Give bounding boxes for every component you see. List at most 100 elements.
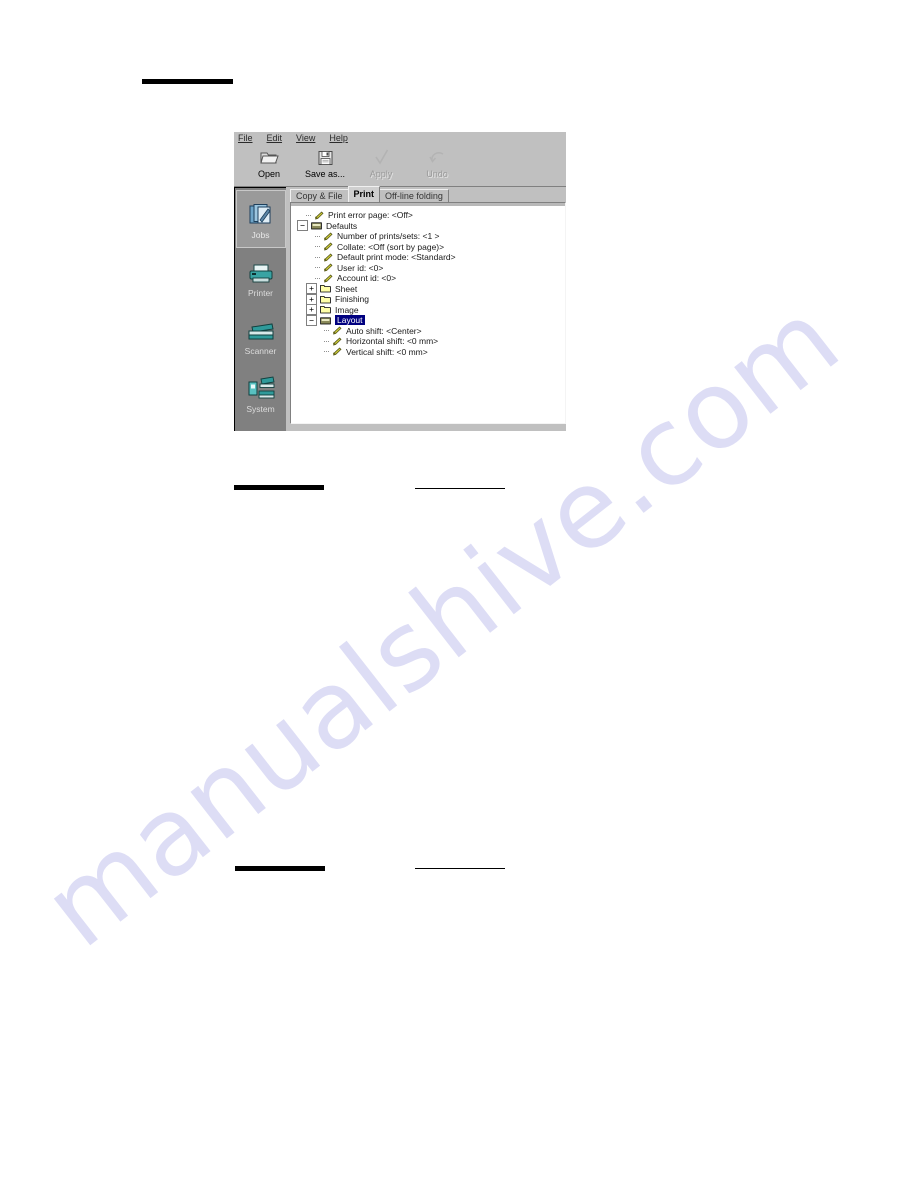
apply-button[interactable]: Apply <box>354 146 408 179</box>
open-button-label: Open <box>257 169 281 179</box>
redaction-rule-middle <box>415 488 505 490</box>
tree-item-label: Image <box>335 304 359 315</box>
closed-folder-icon <box>319 305 332 315</box>
property-key-icon <box>321 273 334 283</box>
tree-item-label: Finishing <box>335 294 370 305</box>
tree-rows: Print error page: <Off> − Defaults Number o… <box>297 210 565 357</box>
tree-item[interactable]: Number of prints/sets: <1 > <box>297 231 565 242</box>
tab-print[interactable]: Print <box>347 186 381 202</box>
expand-icon[interactable]: + <box>306 293 317 305</box>
sidebar-item-system-label: System <box>246 404 275 414</box>
save-as-button[interactable]: Save as... <box>298 146 352 179</box>
tree-item-label: Print error page: <Off> <box>328 210 413 221</box>
sidebar-item-printer[interactable]: Printer <box>236 248 286 306</box>
tab-copy-and-file[interactable]: Copy & File <box>290 189 349 203</box>
sidebar-item-scanner-label: Scanner <box>244 346 277 356</box>
tree-item[interactable]: − Layout <box>297 314 565 326</box>
menu-item-file[interactable]: File <box>238 134 253 143</box>
tree-item[interactable]: Collate: <Off (sort by page)> <box>297 242 565 253</box>
settings-tree[interactable]: Print error page: <Off> − Defaults Number o… <box>290 202 566 424</box>
property-key-icon <box>330 326 343 336</box>
property-key-icon <box>321 252 334 262</box>
open-folder-icon <box>319 315 332 325</box>
undo-button[interactable]: Undo <box>410 146 464 179</box>
tree-connector <box>315 256 320 258</box>
tree-item-label: Number of prints/sets: <1 > <box>337 231 440 242</box>
tree-item-label: Collate: <Off (sort by page)> <box>337 241 445 252</box>
closed-folder-icon <box>319 284 332 294</box>
tab-offline-folding[interactable]: Off-line folding <box>379 189 449 203</box>
tree-item[interactable]: + Image <box>297 304 565 316</box>
menu-item-help[interactable]: Help <box>329 134 348 143</box>
tree-connector <box>315 235 320 237</box>
sidebar-item-jobs-label: Jobs <box>251 230 270 240</box>
menu-file-label: File <box>238 133 253 143</box>
tree-connector <box>315 267 320 269</box>
content-pane: Copy & File Print Off-line folding Print… <box>286 186 566 431</box>
property-key-icon <box>321 242 334 252</box>
tree-item[interactable]: User id: <0> <box>297 263 565 274</box>
tree-connector <box>315 246 320 248</box>
redaction-bar-bottom <box>235 866 325 871</box>
tree-item-label: Vertical shift: <0 mm> <box>346 346 428 357</box>
tree-item[interactable]: Vertical shift: <0 mm> <box>297 347 565 358</box>
tree-item[interactable]: Account id: <0> <box>297 273 565 284</box>
tree-item[interactable]: Horizontal shift: <0 mm> <box>297 336 565 347</box>
application-window: File Edit View Help Open Save as... Appl… <box>234 132 566 431</box>
tree-connector <box>324 330 329 332</box>
redaction-bar-top <box>142 79 233 84</box>
tree-item[interactable]: − Defaults <box>297 220 565 232</box>
toolbar: Open Save as... Apply Undo <box>234 143 566 187</box>
redaction-bar-middle <box>234 485 324 490</box>
tree-item-label: Sheet <box>335 283 358 294</box>
menu-item-view[interactable]: View <box>296 134 315 143</box>
jobs-icon <box>248 198 274 228</box>
menu-item-edit[interactable]: Edit <box>267 134 283 143</box>
menu-bar: File Edit View Help <box>234 132 566 143</box>
tree-item-label: Horizontal shift: <0 mm> <box>346 336 439 347</box>
tree-item-label: User id: <0> <box>337 262 384 273</box>
sidebar-item-printer-label: Printer <box>247 288 274 298</box>
window-body: Jobs Printer Scanner System Copy & File … <box>234 186 566 431</box>
tree-connector <box>324 340 329 342</box>
expand-icon[interactable]: + <box>306 283 317 295</box>
tab-strip: Copy & File Print Off-line folding <box>290 186 566 203</box>
tree-connector <box>324 351 329 353</box>
tree-item-label-selected: Layout <box>335 315 365 326</box>
collapse-icon[interactable]: − <box>297 220 308 232</box>
system-icon <box>246 372 276 402</box>
open-folder-icon <box>310 221 323 231</box>
menu-view-label: View <box>296 133 316 143</box>
tree-item-label: Default print mode: <Standard> <box>337 252 456 263</box>
tree-item-label: Auto shift: <Center> <box>346 325 422 336</box>
open-folder-icon <box>259 146 279 168</box>
closed-folder-icon <box>319 294 332 304</box>
property-key-icon <box>321 231 334 241</box>
sidebar-item-jobs[interactable]: Jobs <box>235 190 286 248</box>
property-key-icon <box>312 210 325 220</box>
menu-edit-label: Edit <box>266 133 283 143</box>
menu-help-label: Help <box>329 133 348 143</box>
redaction-rule-bottom <box>415 868 505 870</box>
tree-item-label: Account id: <0> <box>337 273 397 284</box>
property-key-icon <box>330 336 343 346</box>
collapse-icon[interactable]: − <box>306 314 317 326</box>
navigation-sidebar: Jobs Printer Scanner System <box>234 187 286 431</box>
scanner-icon <box>246 314 276 344</box>
undo-button-label: Undo <box>426 169 448 179</box>
tree-item[interactable]: Default print mode: <Standard> <box>297 252 565 263</box>
tree-item-label: Defaults <box>326 220 358 231</box>
tree-item[interactable]: Print error page: <Off> <box>297 210 565 221</box>
undo-arrow-icon <box>428 146 447 168</box>
tree-item[interactable]: Auto shift: <Center> <box>297 326 565 337</box>
sidebar-item-system[interactable]: System <box>236 364 286 422</box>
tree-item[interactable]: + Finishing <box>297 293 565 305</box>
property-key-icon <box>330 347 343 357</box>
tree-item[interactable]: + Sheet <box>297 283 565 295</box>
sidebar-item-scanner[interactable]: Scanner <box>236 306 286 364</box>
tree-connector <box>306 214 311 216</box>
open-button[interactable]: Open <box>242 146 296 179</box>
expand-icon[interactable]: + <box>306 304 317 316</box>
floppy-disk-icon <box>317 146 334 168</box>
property-key-icon <box>321 263 334 273</box>
